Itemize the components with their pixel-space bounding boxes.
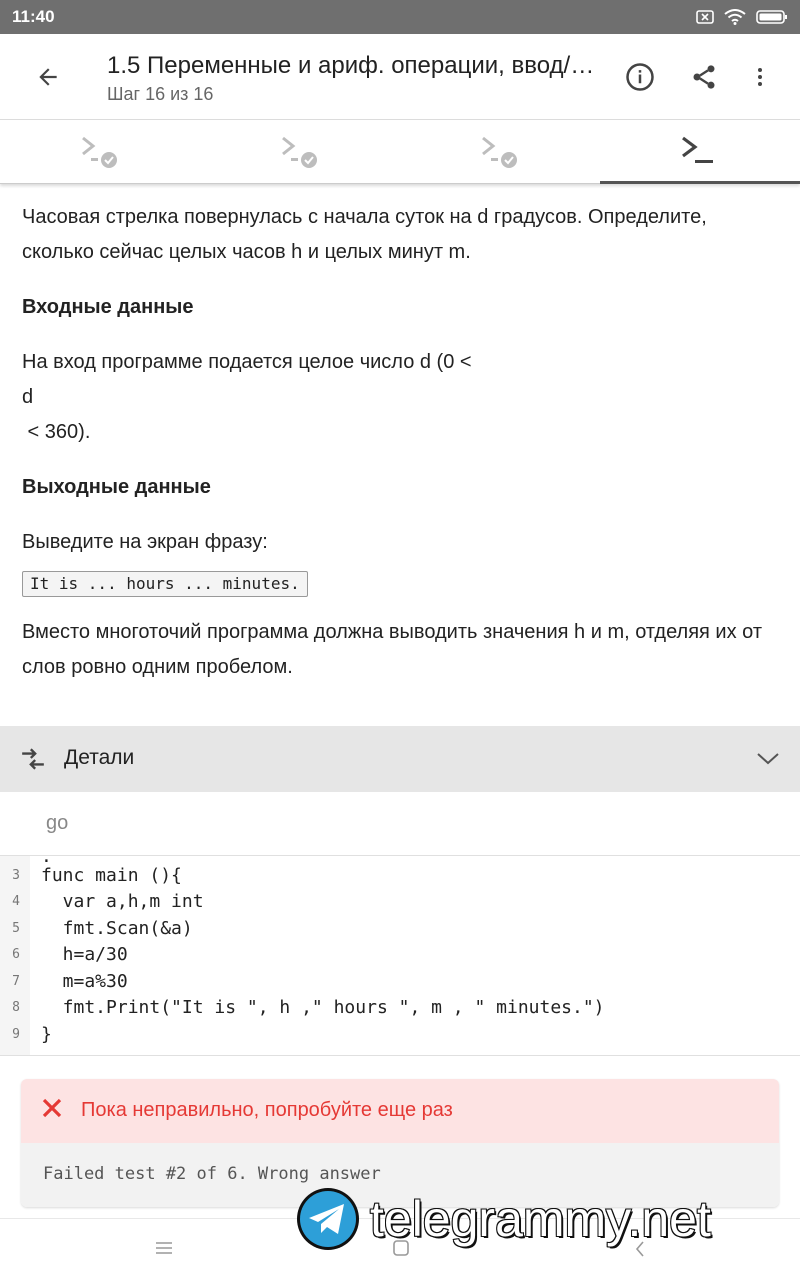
code-step-completed-icon	[282, 136, 317, 168]
input-line: На вход программе подается целое число d…	[22, 351, 472, 373]
step-tabs	[0, 120, 800, 184]
status-time: 11:40	[12, 7, 55, 26]
battery-icon	[756, 10, 787, 24]
watermark-text: telegrammy.net	[369, 1190, 712, 1248]
chevron-down-icon	[757, 753, 779, 765]
watermark: telegrammy.net	[296, 1186, 712, 1252]
result-message: Пока неправильно, попробуйте еще раз	[81, 1099, 453, 1121]
input-heading: Входные данные	[22, 296, 194, 318]
code-line: 9}	[0, 1022, 800, 1049]
line-number: 8	[12, 1000, 20, 1015]
status-icons	[696, 9, 788, 25]
app-bar: 1.5 Переменные и ариф. операции, ввод/… …	[0, 34, 800, 120]
input-description: На вход программе подается целое число d…	[22, 345, 782, 450]
no-sim-icon	[696, 10, 714, 24]
line-number: 4	[12, 894, 20, 909]
more-vert-icon	[758, 68, 762, 86]
step-counter: Шаг 16 из 16	[107, 84, 214, 104]
line-number: 9	[12, 1026, 20, 1042]
code-text: m=a%30	[41, 970, 128, 992]
output-note: Вместо многоточий программа должна вывод…	[22, 621, 762, 678]
code-text: fmt.Scan(&a)	[41, 917, 193, 939]
details-toggle[interactable]: Детали	[0, 726, 800, 792]
step-tab-2[interactable]	[200, 120, 400, 183]
input-line: d	[22, 386, 34, 408]
lesson-title: 1.5 Переменные и ариф. операции, ввод/…	[107, 52, 595, 79]
info-icon	[626, 63, 654, 91]
line-number: 7	[12, 973, 20, 989]
step-tab-1[interactable]	[0, 120, 200, 183]
code-editor[interactable]: . 3 func main (){4 var a,h,m int 5 fmt.Sca…	[0, 855, 800, 1056]
input-line: < 360).	[22, 421, 91, 443]
step-tab-4[interactable]	[600, 120, 800, 184]
output-intro: Выведите на экран фразу:	[22, 531, 268, 553]
arrow-back-icon	[39, 68, 57, 86]
code-line: 5 fmt.Scan(&a)	[0, 916, 800, 943]
code-line: 8 fmt.Print("It is ", h ," hours ", m , …	[0, 995, 800, 1022]
task-description: Часовая стрелка повернулась с начала сут…	[22, 206, 707, 263]
share-button[interactable]	[682, 55, 726, 99]
output-format-code: It is ... hours ... minutes.	[22, 571, 308, 597]
swap-arrows-icon	[22, 748, 44, 770]
code-text: h=a/30	[41, 944, 128, 965]
code-step-completed-icon	[482, 136, 517, 168]
step-tab-3[interactable]	[400, 120, 600, 183]
close-icon	[42, 1098, 62, 1118]
telegram-logo-icon	[297, 1188, 359, 1250]
output-heading: Выходные данные	[22, 476, 211, 498]
line-number: 6	[12, 947, 20, 962]
step-content: Часовая стрелка повернулась с начала сут…	[22, 200, 782, 705]
language-label[interactable]: go	[46, 812, 68, 835]
code-step-icon	[682, 136, 713, 163]
more-options-button[interactable]	[738, 55, 782, 99]
code-text: fmt.Print("It is ", h ," hours ", m , " …	[41, 997, 605, 1018]
code-line: 3 func main (){	[0, 863, 800, 890]
line-number: 5	[12, 920, 20, 936]
line-number: 3	[12, 867, 20, 883]
result-detail: Failed test #2 of 6. Wrong answer	[43, 1164, 381, 1184]
code-line: 6 h=a/30	[0, 942, 800, 969]
code-line: 4 var a,h,m int	[0, 889, 800, 916]
result-header: Пока неправильно, попробуйте еще раз	[21, 1079, 779, 1143]
share-icon	[693, 65, 715, 89]
menu-nav-icon[interactable]	[154, 1239, 174, 1257]
code-step-completed-icon	[82, 136, 117, 168]
code-text: var a,h,m int	[41, 891, 204, 912]
code-text: }	[41, 1023, 52, 1045]
code-text: func main (){	[41, 864, 182, 886]
back-button[interactable]	[24, 55, 72, 99]
wifi-icon	[724, 9, 746, 25]
info-button[interactable]	[618, 55, 662, 99]
status-bar: 11:40	[0, 0, 800, 34]
details-label: Детали	[64, 746, 135, 769]
code-line: 7 m=a%30	[0, 969, 800, 996]
